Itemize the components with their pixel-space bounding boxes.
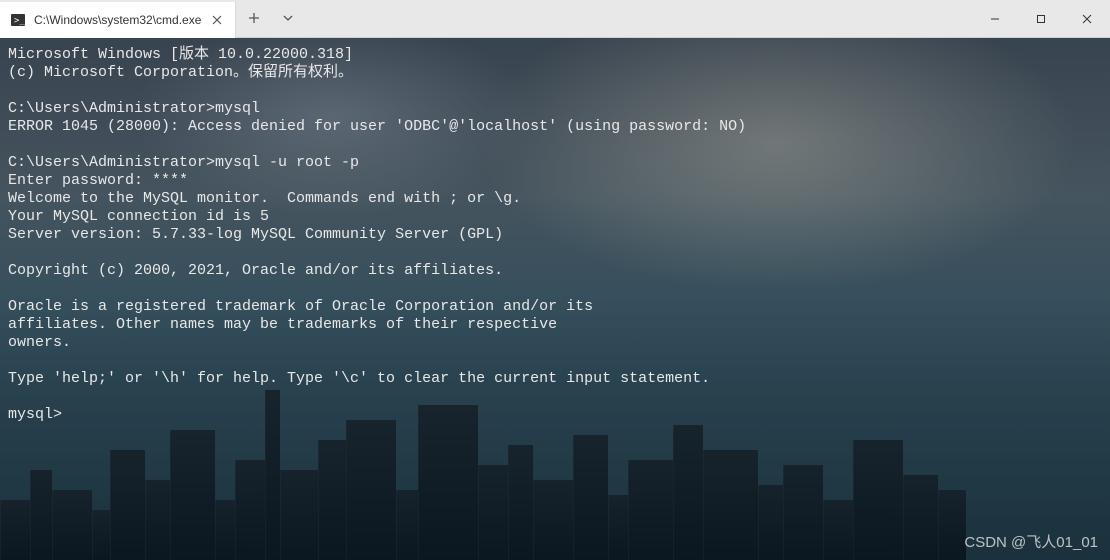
window-controls: [972, 0, 1110, 37]
tab-controls: [236, 0, 306, 37]
maximize-button[interactable]: [1018, 0, 1064, 37]
tab-active[interactable]: >_ C:\Windows\system32\cmd.exe: [0, 2, 236, 38]
close-button[interactable]: [1064, 0, 1110, 37]
terminal-area[interactable]: Microsoft Windows [版本 10.0.22000.318] (c…: [0, 38, 1110, 560]
cmd-icon: >_: [10, 12, 26, 28]
new-tab-button[interactable]: [244, 11, 264, 27]
titlebar-drag-area[interactable]: [306, 0, 972, 37]
titlebar: >_ C:\Windows\system32\cmd.exe: [0, 0, 1110, 38]
svg-text:>_: >_: [14, 16, 25, 26]
close-tab-icon[interactable]: [209, 12, 225, 28]
tab-title: C:\Windows\system32\cmd.exe: [34, 13, 201, 27]
minimize-button[interactable]: [972, 0, 1018, 37]
dropdown-button[interactable]: [278, 11, 298, 27]
terminal-output: Microsoft Windows [版本 10.0.22000.318] (c…: [0, 38, 1110, 432]
watermark: CSDN @飞人01_01: [964, 531, 1098, 552]
